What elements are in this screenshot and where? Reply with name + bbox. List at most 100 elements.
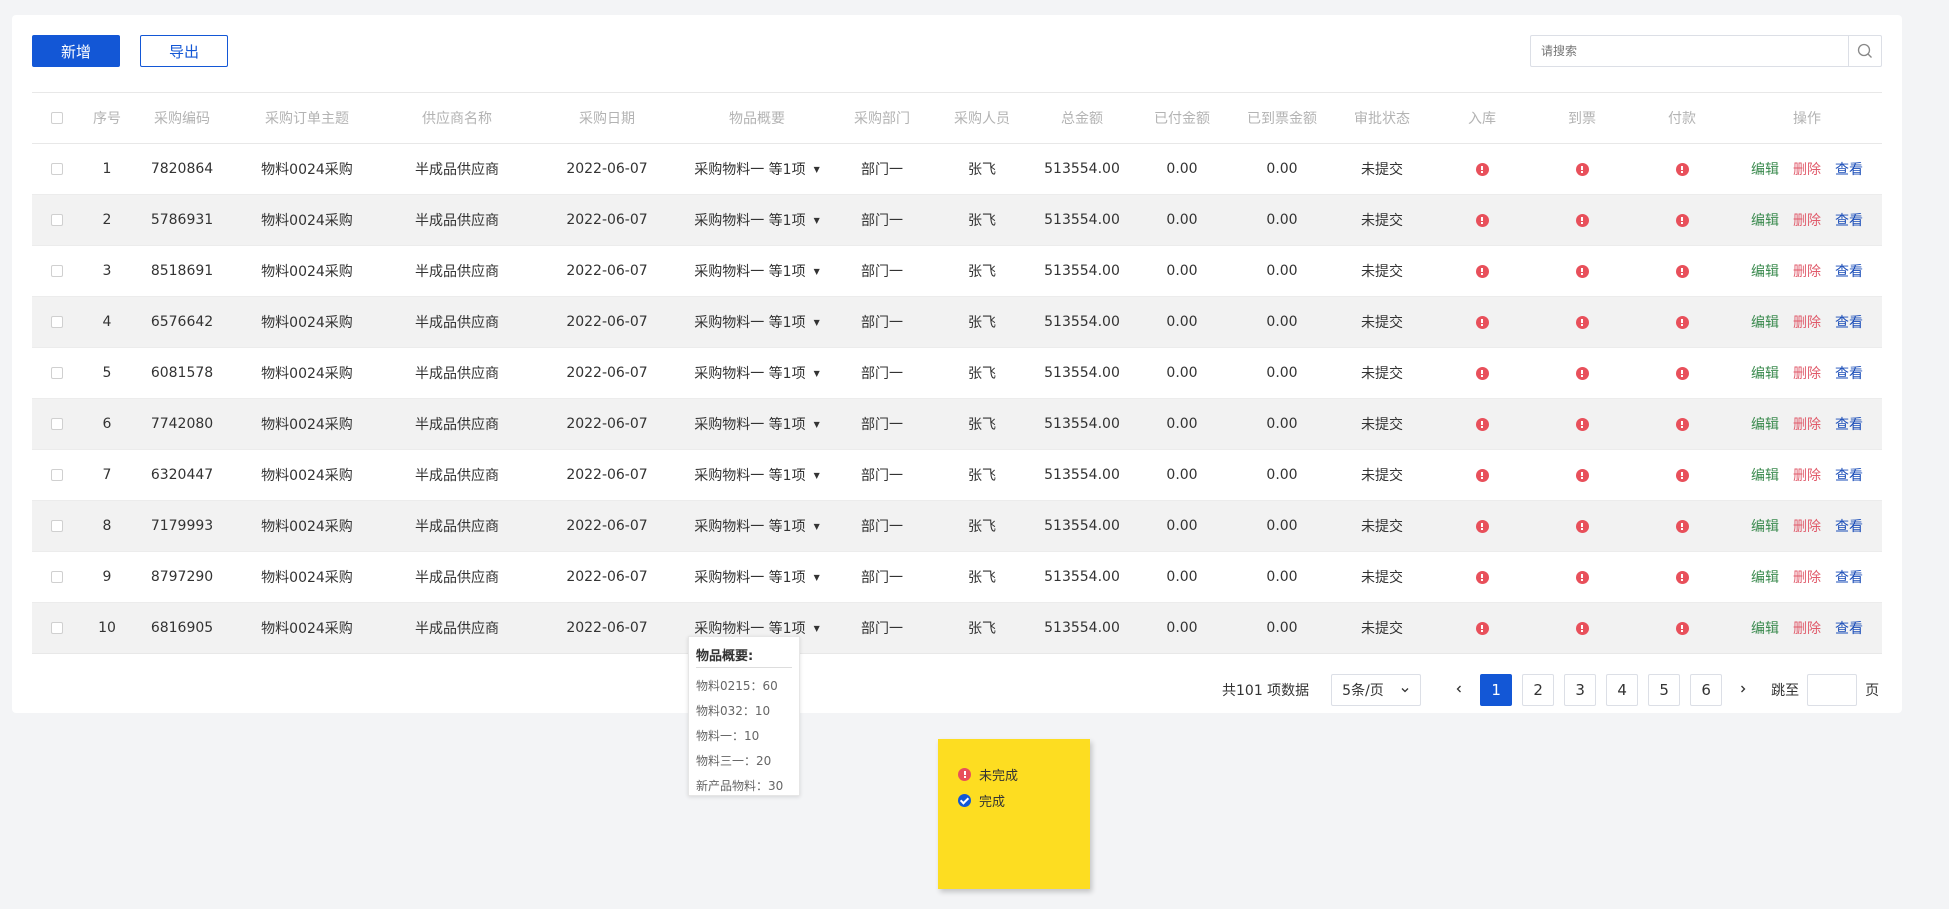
table-row: 2 5786931 物料0024采购 半成品供应商 2022-06-07 采购物料一 等1…: [32, 194, 1882, 245]
caret-down-icon[interactable]: ▼: [814, 471, 820, 480]
delete-link[interactable]: 删除: [1793, 261, 1821, 281]
caret-down-icon[interactable]: ▼: [814, 573, 820, 582]
column-header: 入库: [1468, 111, 1496, 127]
row-checkbox[interactable]: [51, 163, 63, 175]
date-cell: 2022-06-07: [566, 365, 648, 381]
check-circle-icon: [958, 793, 971, 807]
caret-down-icon[interactable]: ▼: [814, 624, 820, 633]
search-input[interactable]: [1531, 36, 1849, 66]
delete-link[interactable]: 删除: [1793, 363, 1821, 383]
edit-link[interactable]: 编辑: [1751, 618, 1779, 638]
row-checkbox[interactable]: [51, 571, 63, 583]
page-size-value: 5条/页: [1342, 683, 1384, 699]
chevron-left-icon: [1456, 685, 1462, 693]
edit-link[interactable]: 编辑: [1751, 516, 1779, 536]
index-cell: 5: [102, 365, 112, 381]
view-link[interactable]: 查看: [1835, 567, 1863, 587]
column-header: 采购编码: [154, 111, 210, 127]
page-button-5[interactable]: 5: [1648, 674, 1681, 706]
page-button-3[interactable]: 3: [1564, 674, 1597, 706]
caret-down-icon[interactable]: ▼: [814, 216, 820, 225]
caret-down-icon[interactable]: ▼: [814, 420, 820, 429]
delete-link[interactable]: 删除: [1793, 312, 1821, 332]
export-button[interactable]: 导出: [140, 35, 228, 67]
caret-down-icon[interactable]: ▼: [814, 267, 820, 276]
row-checkbox[interactable]: [51, 367, 63, 379]
index-cell: 8: [102, 518, 112, 534]
edit-link[interactable]: 编辑: [1751, 465, 1779, 485]
row-checkbox[interactable]: [51, 418, 63, 430]
prev-page-button[interactable]: [1443, 682, 1475, 698]
delete-link[interactable]: 删除: [1793, 516, 1821, 536]
delete-link[interactable]: 删除: [1793, 210, 1821, 230]
row-checkbox[interactable]: [51, 265, 63, 277]
payment-status-cell: [1632, 212, 1732, 228]
edit-link[interactable]: 编辑: [1751, 261, 1779, 281]
row-checkbox[interactable]: [51, 469, 63, 481]
column-header: 采购部门: [854, 111, 910, 127]
summary-cell[interactable]: 采购物料一 等1项 ▼: [682, 465, 832, 485]
page-button-6[interactable]: 6: [1690, 674, 1723, 706]
row-checkbox[interactable]: [51, 214, 63, 226]
view-link[interactable]: 查看: [1835, 312, 1863, 332]
supplier-cell: 半成品供应商: [415, 621, 499, 637]
summary-cell[interactable]: 采购物料一 等1项 ▼: [682, 159, 832, 179]
view-link[interactable]: 查看: [1835, 618, 1863, 638]
edit-link[interactable]: 编辑: [1751, 312, 1779, 332]
view-link[interactable]: 查看: [1835, 159, 1863, 179]
total-cell: 513554.00: [1044, 569, 1120, 585]
view-link[interactable]: 查看: [1835, 414, 1863, 434]
add-button[interactable]: 新增: [32, 35, 120, 67]
subject-cell: 物料0024采购: [261, 570, 353, 586]
edit-link[interactable]: 编辑: [1751, 414, 1779, 434]
page-button-1[interactable]: 1: [1480, 674, 1513, 706]
payment-status-cell: [1632, 518, 1732, 534]
view-link[interactable]: 查看: [1835, 210, 1863, 230]
search-button[interactable]: [1848, 36, 1881, 66]
delete-link[interactable]: 删除: [1793, 465, 1821, 485]
payment-status-cell: [1632, 620, 1732, 636]
edit-link[interactable]: 编辑: [1751, 363, 1779, 383]
summary-cell[interactable]: 采购物料一 等1项 ▼: [682, 210, 832, 230]
delete-link[interactable]: 删除: [1793, 414, 1821, 434]
delete-link[interactable]: 删除: [1793, 618, 1821, 638]
view-link[interactable]: 查看: [1835, 465, 1863, 485]
caret-down-icon[interactable]: ▼: [814, 165, 820, 174]
edit-link[interactable]: 编辑: [1751, 159, 1779, 179]
summary-cell[interactable]: 采购物料一 等1项 ▼: [682, 618, 832, 638]
row-checkbox[interactable]: [51, 316, 63, 328]
row-checkbox[interactable]: [51, 622, 63, 634]
table-row: 4 6576642 物料0024采购 半成品供应商 2022-06-07 采购物料一 等1…: [32, 296, 1882, 347]
view-link[interactable]: 查看: [1835, 516, 1863, 536]
summary-cell[interactable]: 采购物料一 等1项 ▼: [682, 261, 832, 281]
summary-cell[interactable]: 采购物料一 等1项 ▼: [682, 567, 832, 587]
page-button-4[interactable]: 4: [1606, 674, 1639, 706]
paid-cell: 0.00: [1166, 569, 1198, 585]
caret-down-icon[interactable]: ▼: [814, 522, 820, 531]
summary-cell[interactable]: 采购物料一 等1项 ▼: [682, 363, 832, 383]
delete-link[interactable]: 删除: [1793, 567, 1821, 587]
caret-down-icon[interactable]: ▼: [814, 318, 820, 327]
view-link[interactable]: 查看: [1835, 363, 1863, 383]
code-cell: 6576642: [150, 314, 214, 330]
edit-link[interactable]: 编辑: [1751, 567, 1779, 587]
jump-input[interactable]: [1807, 674, 1858, 706]
row-checkbox[interactable]: [51, 520, 63, 532]
next-page-button[interactable]: [1727, 682, 1759, 698]
delete-link[interactable]: 删除: [1793, 159, 1821, 179]
summary-cell[interactable]: 采购物料一 等1项 ▼: [682, 414, 832, 434]
caret-down-icon[interactable]: ▼: [814, 369, 820, 378]
page-button-2[interactable]: 2: [1522, 674, 1555, 706]
pagination-total: 共101 项数据: [1222, 683, 1310, 699]
code-cell: 8518691: [150, 263, 214, 279]
table-row: 8 7179993 物料0024采购 半成品供应商 2022-06-07 采购物料一 等1…: [32, 500, 1882, 551]
page-size-select[interactable]: 5条/页: [1331, 674, 1422, 706]
summary-cell[interactable]: 采购物料一 等1项 ▼: [682, 312, 832, 332]
alert-circle-icon: [1475, 315, 1489, 329]
legend-incomplete-label: 未完成: [979, 768, 1019, 784]
dept-cell: 部门一: [861, 468, 903, 484]
edit-link[interactable]: 编辑: [1751, 210, 1779, 230]
view-link[interactable]: 查看: [1835, 261, 1863, 281]
summary-cell[interactable]: 采购物料一 等1项 ▼: [682, 516, 832, 536]
select-all-checkbox[interactable]: [51, 112, 63, 124]
